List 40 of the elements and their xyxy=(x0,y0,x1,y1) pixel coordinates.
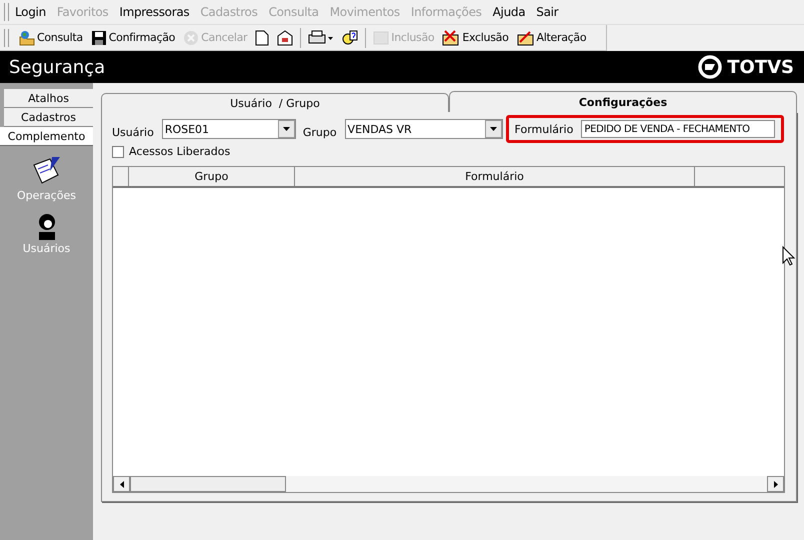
toolbar-button[interactable]: Consulta xyxy=(15,26,87,48)
horizontal-scrollbar[interactable] xyxy=(113,476,784,492)
user-dropdown[interactable]: ROSE01 xyxy=(162,119,296,139)
grid-icon xyxy=(373,30,390,46)
scroll-left-button[interactable] xyxy=(113,476,130,492)
checkbox-label: Acessos Liberados xyxy=(129,145,230,158)
sidebar-tab[interactable]: Atalhos xyxy=(4,89,93,108)
folder-cross-icon xyxy=(442,30,460,46)
printer-icon xyxy=(308,30,334,46)
left-arrow-icon[interactable] xyxy=(120,480,124,488)
toolbar-button[interactable]: Alteração xyxy=(512,26,590,48)
menu-item[interactable]: Ajuda xyxy=(492,5,526,19)
sidebar-tab[interactable]: Cadastros xyxy=(4,108,93,127)
menu-item[interactable]: Sair xyxy=(536,5,558,19)
field-label: Usuário xyxy=(112,126,154,138)
cancel-icon xyxy=(183,30,200,46)
column-header[interactable]: Formulário xyxy=(295,167,695,186)
sidebar-tab[interactable]: Complemento xyxy=(0,127,93,146)
toolbar-button[interactable]: Exclusão xyxy=(438,26,513,48)
tab[interactable]: Usuário / Grupo xyxy=(101,93,449,112)
brand-name: TOTVS xyxy=(727,56,794,78)
toolbar-button[interactable]: Confirmação xyxy=(86,26,180,48)
scrollbar-thumb[interactable] xyxy=(130,476,286,492)
field-label: Grupo xyxy=(302,126,337,138)
form-input-field[interactable]: PEDIDO DE VENDA - FECHAMENTO xyxy=(581,120,776,138)
blank-page-icon xyxy=(255,30,270,46)
folder-pencil-icon xyxy=(516,30,535,46)
menu-item[interactable]: Login xyxy=(15,5,46,19)
right-arrow-icon[interactable] xyxy=(774,480,778,488)
help-icon xyxy=(342,30,358,46)
field-label: Formulário xyxy=(514,122,574,136)
column-header[interactable]: Grupo xyxy=(129,167,295,186)
logo-icon xyxy=(698,55,722,79)
scroll-right-button[interactable] xyxy=(767,476,784,492)
tab[interactable]: Configurações xyxy=(449,91,797,112)
menu-item[interactable]: Impressoras xyxy=(119,5,190,19)
module-title: Segurança xyxy=(9,56,106,78)
checkbox[interactable] xyxy=(112,146,124,158)
group-dropdown[interactable]: VENDAS VR xyxy=(344,119,503,139)
globe-folder-icon xyxy=(19,30,35,46)
